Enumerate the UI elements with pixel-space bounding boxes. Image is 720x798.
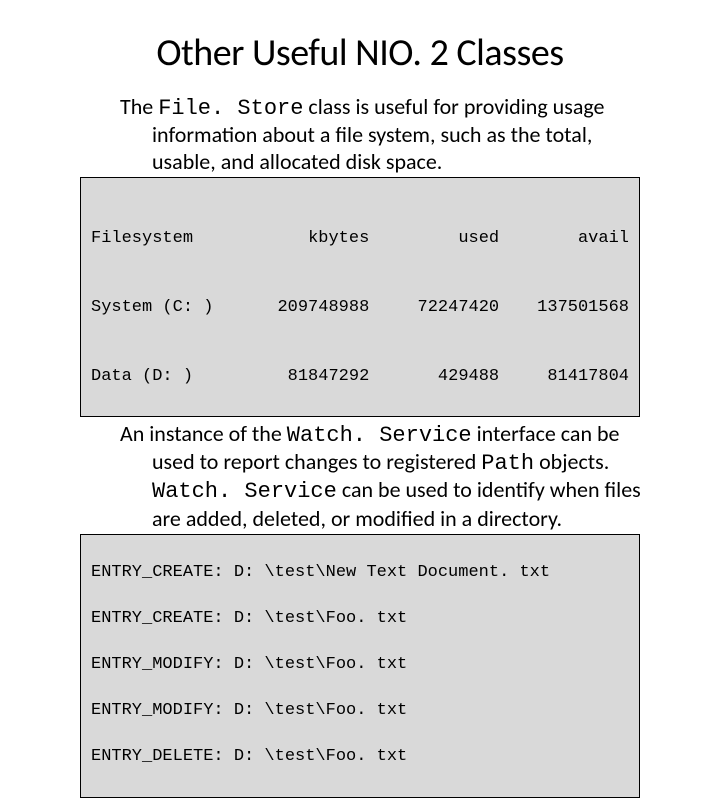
table-header-row: Filesystemkbytes used avail xyxy=(91,228,629,251)
col-header-filesystem: Filesystem xyxy=(91,228,263,251)
col-header-avail: avail xyxy=(522,228,629,251)
col-header-kbytes: kbytes xyxy=(263,228,370,251)
cell-kbytes: 209748988 xyxy=(263,297,370,320)
paragraph-filestore: The File. Store class is useful for prov… xyxy=(120,94,660,175)
event-line: ENTRY_CREATE: D: \test\New Text Document… xyxy=(91,562,629,585)
cell-avail: 81417804 xyxy=(522,366,629,389)
para2-code-watchservice2: Watch. Service xyxy=(152,479,337,504)
paragraph-watchservice: An instance of the Watch. Service interf… xyxy=(120,421,660,533)
para2-text-c: objects. xyxy=(534,448,609,475)
para2-text-a: An instance of the xyxy=(120,420,287,447)
event-line: ENTRY_DELETE: D: \test\Foo. txt xyxy=(91,746,629,769)
col-header-used: used xyxy=(392,228,499,251)
cell-fs-name: System (C: ) xyxy=(91,297,263,320)
event-line: ENTRY_MODIFY: D: \test\Foo. txt xyxy=(91,700,629,723)
cell-avail: 137501568 xyxy=(522,297,629,320)
para2-code-watchservice1: Watch. Service xyxy=(287,423,472,448)
cell-used: 72247420 xyxy=(392,297,499,320)
cell-kbytes: 81847292 xyxy=(263,366,370,389)
para2-code-path: Path xyxy=(481,451,534,476)
watch-events-box: ENTRY_CREATE: D: \test\New Text Document… xyxy=(80,534,640,798)
para1-text-a: The xyxy=(120,93,158,120)
filesystem-table: Filesystemkbytes used avail System (C: )20… xyxy=(80,177,640,416)
event-line: ENTRY_CREATE: D: \test\Foo. txt xyxy=(91,608,629,631)
cell-used: 429488 xyxy=(392,366,499,389)
para1-code-filestore: File. Store xyxy=(158,96,303,121)
table-row: Data (D: )81847292 429488 81417804 xyxy=(91,366,629,389)
table-row: System (C: )209748988 72247420 137501568 xyxy=(91,297,629,320)
event-line: ENTRY_MODIFY: D: \test\Foo. txt xyxy=(91,654,629,677)
cell-fs-name: Data (D: ) xyxy=(91,366,263,389)
slide-title: Other Useful NIO. 2 Classes xyxy=(50,30,670,76)
